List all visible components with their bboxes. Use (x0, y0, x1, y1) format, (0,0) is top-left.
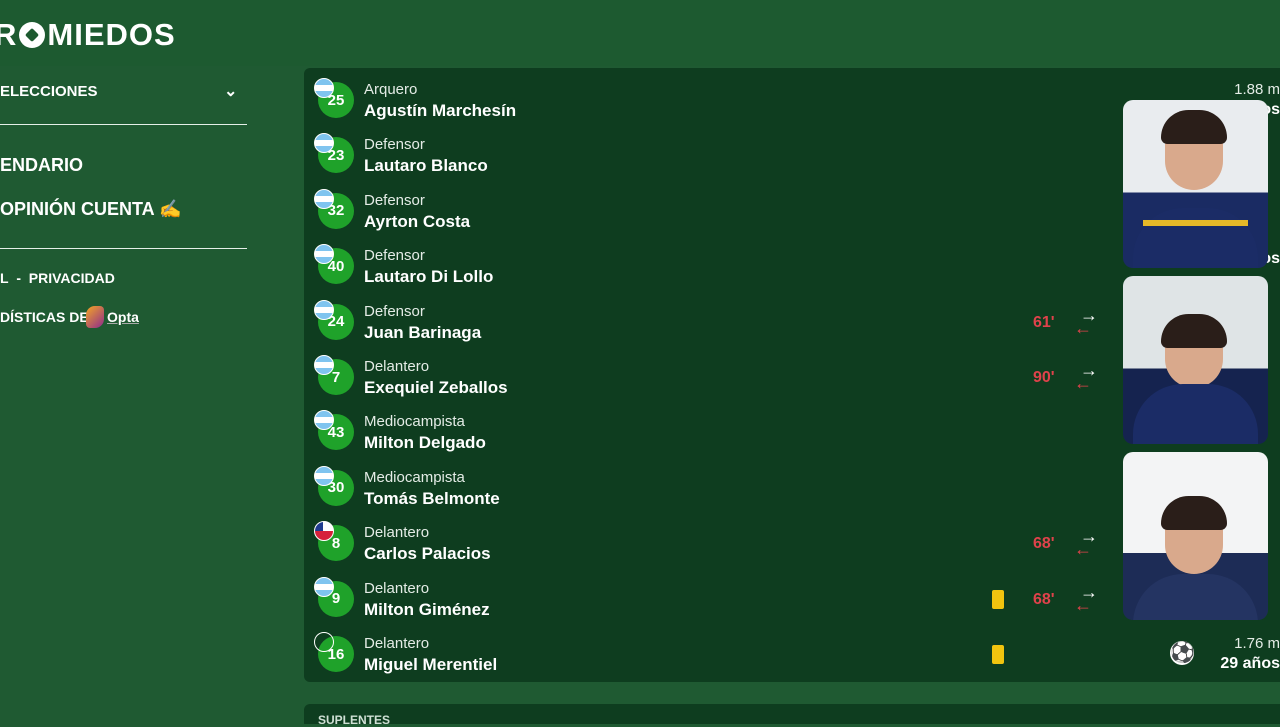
substitution-minute: 68' (1033, 535, 1055, 553)
player-position: Delantero (364, 358, 430, 375)
player-position: Defensor (364, 191, 425, 209)
player-position: Delantero (364, 524, 430, 542)
substitution-icon: → ← (1074, 304, 1098, 338)
opta-label: Opta (107, 309, 139, 325)
nationality-flag-icon (314, 632, 334, 652)
participant-shirt (1133, 208, 1258, 268)
participant-hair (1161, 496, 1227, 530)
player-name[interactable]: Juan Barinaga (364, 323, 481, 343)
player-name[interactable]: Agustín Marchesín (364, 101, 516, 121)
player-name[interactable]: Miguel Merentiel (364, 655, 497, 675)
logo-text: MIEDOS (47, 17, 176, 52)
player-name[interactable]: Lautaro Blanco (364, 156, 488, 176)
substitution-icon: → ← (1074, 360, 1098, 393)
sidebar-divider (0, 248, 247, 249)
shirt-stripe (1143, 220, 1248, 226)
player-name[interactable]: Lautaro Di Lollo (364, 267, 493, 287)
substitution-minute: 61' (1033, 313, 1055, 331)
nationality-flag-icon (314, 576, 334, 597)
substitution-icon: → ← (1074, 581, 1098, 615)
sidebar-divider (0, 124, 247, 125)
webcam-participant-1 (1123, 100, 1268, 268)
substitution-minute: 90' (1033, 369, 1055, 386)
webcam-participant-2 (1123, 276, 1268, 444)
player-position: Mediocampista (364, 468, 465, 486)
top-bar: R MIEDOS (0, 0, 1280, 66)
opta-icon (86, 306, 104, 328)
substitutes-label: SUPLENTES (318, 713, 391, 727)
substitutes-header: SUPLENTES (304, 704, 1280, 727)
participant-shirt (1133, 384, 1258, 444)
goal-ball-icon: ⚽ (1170, 641, 1195, 665)
sidebar: ELECCIONES ⌄ ENDARIO OPINIÓN CUENTA ✍️ L… (0, 66, 300, 720)
selecciones-dropdown[interactable]: ELECCIONES (0, 83, 98, 100)
nationality-flag-icon (314, 299, 334, 320)
legal-links[interactable]: L - PRIVACIDAD (0, 270, 115, 286)
player-position: Defensor (364, 136, 425, 154)
nationality-flag-icon (314, 188, 334, 209)
substitution-minute: 68' (1033, 590, 1055, 608)
player-position: Arquero (364, 81, 418, 98)
player-position: Defensor (364, 302, 425, 320)
opta-logo[interactable]: Opta (86, 306, 139, 328)
player-position: Delantero (364, 635, 430, 652)
participant-hair (1161, 314, 1227, 348)
substitution-icon: → ← (1074, 526, 1098, 560)
logo-text-start: R (0, 17, 18, 52)
sidebar-item-calendario[interactable]: ENDARIO (0, 155, 83, 176)
promiedos-logo[interactable]: R MIEDOS (0, 17, 176, 53)
player-position: Delantero (364, 579, 430, 597)
soccer-ball-icon (19, 22, 46, 48)
player-position: Defensor (364, 247, 425, 265)
nationality-flag-icon (314, 465, 334, 486)
player-age: 29 años (1220, 655, 1280, 672)
sidebar-item-opinion[interactable]: OPINIÓN CUENTA ✍️ (0, 199, 181, 220)
participant-hair (1161, 110, 1227, 144)
selecciones-label: ELECCIONES (0, 83, 98, 100)
player-meta: 1.76 m 29 años (1220, 635, 1280, 673)
player-name[interactable]: Milton Giménez (364, 600, 490, 620)
webcam-participant-3 (1123, 452, 1268, 620)
player-height: 1.76 m (1234, 635, 1280, 652)
player-name[interactable]: Ayrton Costa (364, 212, 470, 232)
player-position: Mediocampista (364, 413, 465, 431)
player-name[interactable]: Exequiel Zeballos (364, 378, 508, 398)
player-name[interactable]: Carlos Palacios (364, 544, 491, 564)
player-row[interactable]: 16 Delantero Miguel Merentiel ⚽ 1.76 m 29 año… (304, 626, 1280, 681)
yellow-card-icon (992, 645, 1004, 664)
player-name[interactable]: Tomás Belmonte (364, 489, 500, 509)
participant-shirt (1133, 574, 1258, 620)
nationality-flag-icon (314, 78, 334, 98)
player-name[interactable]: Milton Delgado (364, 433, 486, 453)
player-height: 1.88 m (1234, 81, 1280, 98)
yellow-card-icon (992, 589, 1004, 609)
nationality-flag-icon (314, 355, 334, 375)
stats-provider-label: DÍSTICAS DE (0, 309, 89, 325)
chevron-down-icon[interactable]: ⌄ (224, 81, 237, 101)
